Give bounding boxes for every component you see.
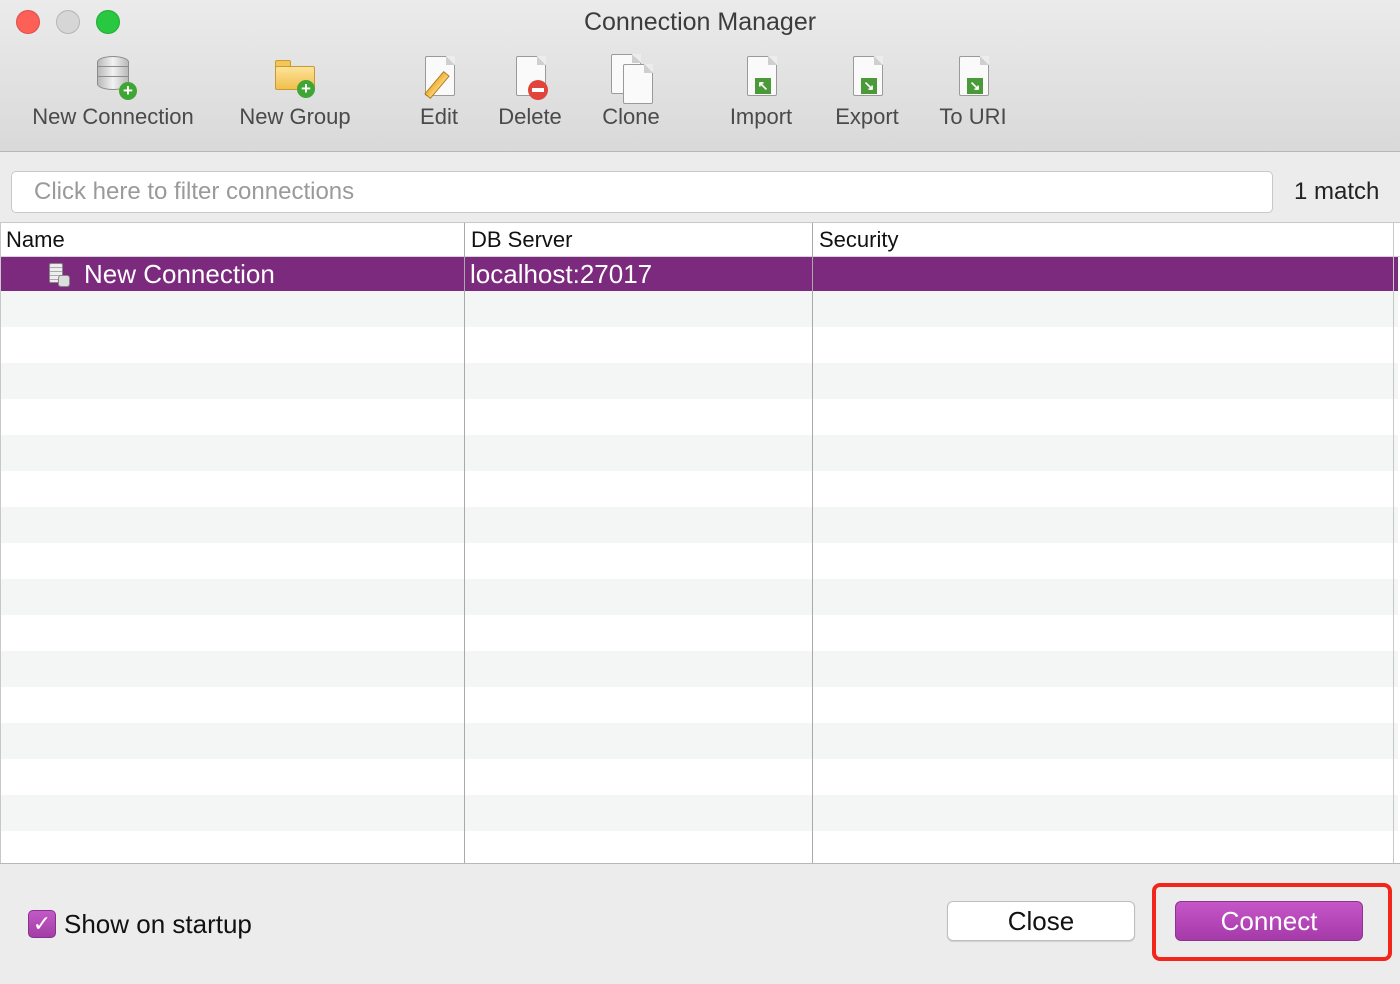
empty-row <box>0 399 1398 435</box>
empty-row <box>0 471 1398 507</box>
toolbar-label: Clone <box>602 104 660 129</box>
edit-pencil-icon <box>413 52 465 104</box>
close-button[interactable]: Close <box>947 901 1135 941</box>
table-header: Name DB Server Security <box>0 223 1400 257</box>
empty-row <box>0 327 1398 363</box>
connections-table: Name DB Server Security New Connection l… <box>0 222 1400 864</box>
import-doc-icon: ↖ <box>735 52 787 104</box>
empty-row <box>0 795 1398 831</box>
edit-button[interactable]: Edit <box>414 52 464 138</box>
table-left-border <box>0 223 1 863</box>
empty-row <box>0 687 1398 723</box>
delete-doc-icon <box>504 52 556 104</box>
empty-row <box>0 507 1398 543</box>
toolbar-label: New Group <box>239 104 351 129</box>
connection-manager-window: Connection Manager + New Connection + Ne… <box>0 0 1400 984</box>
export-doc-icon: ↘ <box>841 52 893 104</box>
security-cell <box>813 257 829 291</box>
empty-row <box>0 435 1398 471</box>
to-uri-doc-icon: ↘ <box>947 52 999 104</box>
empty-row <box>0 651 1398 687</box>
database-icon <box>46 261 72 289</box>
clone-docs-icon <box>605 52 657 104</box>
column-divider <box>1393 223 1394 863</box>
db-server-cell: localhost:27017 <box>470 259 653 289</box>
toolbar-label: Export <box>835 104 899 129</box>
empty-row <box>0 291 1398 327</box>
column-divider[interactable] <box>464 223 465 863</box>
clone-button[interactable]: Clone <box>599 52 663 138</box>
delete-button[interactable]: Delete <box>495 52 565 138</box>
empty-row <box>0 831 1398 863</box>
empty-row <box>0 543 1398 579</box>
empty-row <box>0 759 1398 795</box>
new-group-button[interactable]: + New Group <box>236 52 354 138</box>
empty-row <box>0 615 1398 651</box>
toolbar-label: New Connection <box>32 104 194 129</box>
title-toolbar: Connection Manager + New Connection + Ne… <box>0 0 1400 152</box>
table-rows: New Connection localhost:27017 <box>0 257 1400 863</box>
window-title: Connection Manager <box>583 8 817 36</box>
empty-row <box>0 723 1398 759</box>
database-add-icon: + <box>87 52 139 104</box>
empty-row <box>0 579 1398 615</box>
show-on-startup-checkbox[interactable]: ✓ <box>28 910 56 938</box>
toolbar-label: To URI <box>939 104 1007 129</box>
column-divider[interactable] <box>812 223 813 863</box>
import-button[interactable]: ↖ Import <box>725 52 797 138</box>
toolbar-label: Delete <box>498 104 562 129</box>
table-row[interactable]: New Connection localhost:27017 <box>0 257 1398 291</box>
new-connection-button[interactable]: + New Connection <box>27 52 199 138</box>
column-header-security[interactable]: Security <box>813 223 1398 257</box>
match-count: 1 match <box>1294 178 1380 205</box>
to-uri-button[interactable]: ↘ To URI <box>937 52 1009 138</box>
connection-name-cell: New Connection <box>84 259 275 289</box>
column-header-name[interactable]: Name <box>0 223 464 257</box>
folder-add-icon: + <box>269 52 321 104</box>
toolbar-label: Import <box>729 104 793 129</box>
toolbar-label: Edit <box>420 104 458 129</box>
show-on-startup-label[interactable]: Show on startup <box>64 909 252 940</box>
empty-row <box>0 363 1398 399</box>
export-button[interactable]: ↘ Export <box>831 52 903 138</box>
filter-connections-input[interactable] <box>11 171 1273 213</box>
column-header-db-server[interactable]: DB Server <box>465 223 812 257</box>
connect-highlight-box <box>1152 883 1392 961</box>
